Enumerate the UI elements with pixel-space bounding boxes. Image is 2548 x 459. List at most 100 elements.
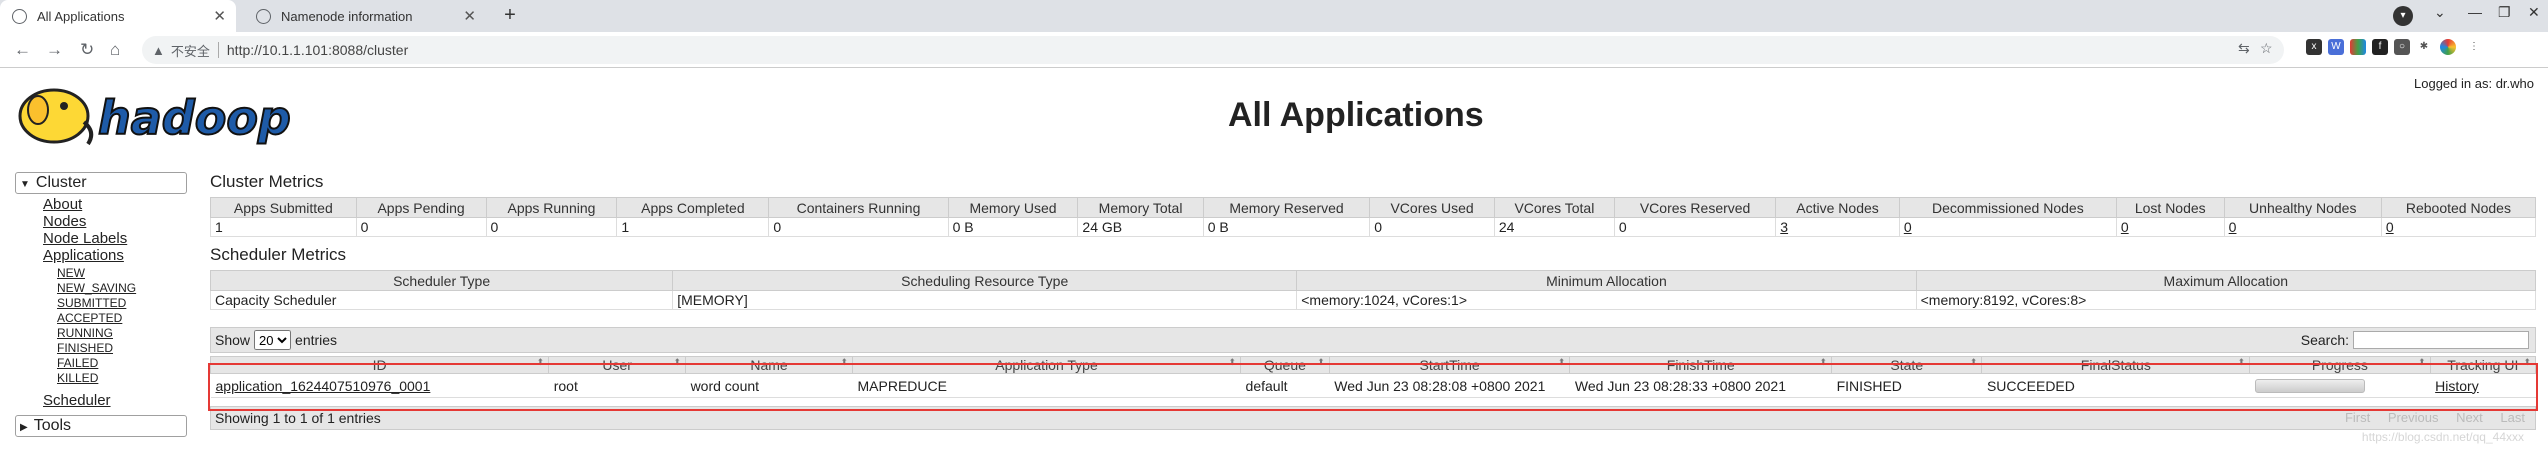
- scheduler-header: Scheduler Type: [209, 270, 674, 291]
- metric-value-link[interactable]: 0: [1904, 219, 1912, 235]
- metric-value-link[interactable]: 0: [2229, 219, 2237, 235]
- extension-icon[interactable]: f: [2372, 39, 2388, 55]
- scheduler-value: [MEMORY]: [672, 290, 1298, 310]
- metric-value-link[interactable]: 0: [2121, 219, 2129, 235]
- state-link-running[interactable]: RUNNING: [57, 326, 187, 341]
- new-tab-button[interactable]: +: [498, 4, 522, 28]
- tab-title: All Applications: [37, 8, 125, 24]
- cluster-metrics-table: Apps Submitted Apps Pending Apps Running Ap…: [210, 197, 2537, 237]
- sidebar-link-scheduler[interactable]: Scheduler: [43, 392, 111, 409]
- close-window-icon[interactable]: ✕: [2528, 4, 2540, 21]
- entries-select[interactable]: 20: [254, 330, 292, 350]
- state-link-new-saving[interactable]: NEW_SAVING: [57, 281, 187, 296]
- scheduler-header: Scheduling Resource Type: [672, 270, 1298, 291]
- sidebar-link-about[interactable]: About: [43, 196, 187, 213]
- watermark: https://blog.csdn.net/qq_44xxx: [2361, 430, 2524, 444]
- state-link-accepted[interactable]: ACCEPTED: [57, 311, 187, 326]
- search-area: Search:: [2301, 331, 2529, 349]
- scheduler-value: <memory:1024, vCores:1>: [1296, 290, 1917, 310]
- puzzle-icon[interactable]: ✱: [2416, 39, 2432, 55]
- close-icon[interactable]: ✕: [463, 7, 476, 25]
- metric-header: Containers Running: [768, 197, 949, 218]
- caret-down-icon: ▼: [20, 179, 30, 190]
- metric-value: 0: [1613, 217, 1777, 237]
- metric-header: Rebooted Nodes: [2380, 197, 2537, 218]
- tab-strip: All Applications ✕ Namenode information …: [0, 0, 2548, 32]
- table-length-bar: Show 20 entries Search:: [210, 327, 2536, 353]
- globe-icon: [12, 8, 27, 24]
- extension-icon[interactable]: [2350, 39, 2366, 55]
- scheduler-header: Minimum Allocation: [1296, 270, 1917, 291]
- bookmark-star-icon[interactable]: ☆: [2260, 40, 2273, 57]
- metric-value-link[interactable]: 0: [2386, 219, 2394, 235]
- reload-icon[interactable]: ↻: [80, 40, 94, 60]
- url-field[interactable]: ▲ 不安全 http://10.1.1.101:8088/cluster ⇆ ☆: [142, 36, 2284, 64]
- minimize-icon[interactable]: —: [2468, 4, 2482, 20]
- scheduler-metrics-title: Scheduler Metrics: [210, 245, 347, 264]
- state-link-finished[interactable]: FINISHED: [57, 341, 187, 356]
- cluster-label: Cluster: [35, 174, 87, 191]
- extension-icon[interactable]: W: [2328, 39, 2344, 55]
- metric-value: 0: [1369, 217, 1495, 237]
- metric-value: 0: [2115, 217, 2225, 237]
- caret-right-icon: ▶: [20, 422, 28, 433]
- search-input[interactable]: [2353, 331, 2529, 349]
- address-bar: ← → ↻ ⌂ ▲ 不安全 http://10.1.1.101:8088/clu…: [0, 32, 2548, 68]
- tab-namenode-information[interactable]: Namenode information ✕: [244, 0, 486, 32]
- home-icon[interactable]: ⌂: [110, 40, 120, 60]
- scheduler-value: <memory:8192, vCores:8>: [1915, 290, 2537, 310]
- page-title: All Applications: [1228, 96, 1484, 134]
- tools-section-header[interactable]: ▶ Tools: [15, 415, 187, 437]
- back-icon[interactable]: ←: [14, 40, 31, 60]
- restore-icon[interactable]: ❐: [2498, 4, 2511, 21]
- tab-all-applications[interactable]: All Applications ✕: [0, 0, 236, 32]
- cluster-metrics-title: Cluster Metrics: [210, 172, 324, 191]
- chevron-down-icon[interactable]: ⌄: [2434, 4, 2446, 21]
- sidebar-link-applications[interactable]: Applications: [43, 247, 187, 264]
- security-label[interactable]: 不安全: [171, 41, 210, 60]
- divider: [217, 42, 219, 58]
- extension-icon[interactable]: x: [2306, 39, 2322, 55]
- svg-text:hadoop: hadoop: [98, 91, 291, 145]
- metric-value: 0: [2223, 217, 2382, 237]
- metric-value: 0: [768, 217, 949, 237]
- metric-value: 24: [1493, 217, 1615, 237]
- metric-header: Apps Running: [485, 197, 618, 218]
- table-info: Showing 1 to 1 of 1 entries: [215, 410, 381, 426]
- profile-icon[interactable]: ▾: [2393, 6, 2413, 26]
- scheduler-value: Capacity Scheduler: [209, 290, 674, 310]
- pager-last[interactable]: Last: [2500, 410, 2525, 425]
- tab-title: Namenode information: [281, 8, 413, 24]
- metric-value: 0: [355, 217, 487, 237]
- metric-value-link[interactable]: 3: [1780, 219, 1788, 235]
- state-link-killed[interactable]: KILLED: [57, 371, 187, 386]
- metric-header: Memory Used: [947, 197, 1079, 218]
- forward-icon[interactable]: →: [46, 40, 63, 60]
- translate-icon[interactable]: ⇆: [2238, 40, 2250, 57]
- metric-header: VCores Total: [1493, 197, 1615, 218]
- extension-icon[interactable]: ○: [2394, 39, 2410, 55]
- warning-icon[interactable]: ▲: [152, 43, 165, 58]
- search-label: Search:: [2300, 332, 2349, 348]
- metric-header: Lost Nodes: [2115, 197, 2225, 218]
- logged-in-label: Logged in as: dr.who: [2414, 76, 2534, 91]
- avatar[interactable]: [2440, 39, 2456, 55]
- state-link-new[interactable]: NEW: [57, 266, 187, 281]
- cluster-section-header[interactable]: ▼ Cluster: [15, 172, 187, 194]
- metric-value: 0: [1898, 217, 2117, 237]
- menu-icon[interactable]: ⋮: [2466, 39, 2482, 55]
- state-link-failed[interactable]: FAILED: [57, 356, 187, 371]
- metric-value: 0: [2380, 217, 2537, 237]
- scheduler-metrics-table: Scheduler Type Scheduling Resource Type Mi…: [209, 270, 2537, 310]
- sidebar-link-nodes[interactable]: Nodes: [43, 213, 187, 230]
- state-link-submitted[interactable]: SUBMITTED: [57, 296, 187, 311]
- scheduler-header: Maximum Allocation: [1915, 270, 2537, 291]
- sidebar-link-node-labels[interactable]: Node Labels: [43, 230, 187, 247]
- pager-next[interactable]: Next: [2456, 410, 2483, 425]
- pager-previous[interactable]: Previous: [2388, 410, 2439, 425]
- url-text[interactable]: http://10.1.1.101:8088/cluster: [227, 42, 408, 58]
- metric-value: 0: [485, 217, 618, 237]
- close-icon[interactable]: ✕: [213, 7, 226, 25]
- pager-first[interactable]: First: [2345, 410, 2370, 425]
- scheduler-link-wrap: Scheduler: [15, 392, 187, 409]
